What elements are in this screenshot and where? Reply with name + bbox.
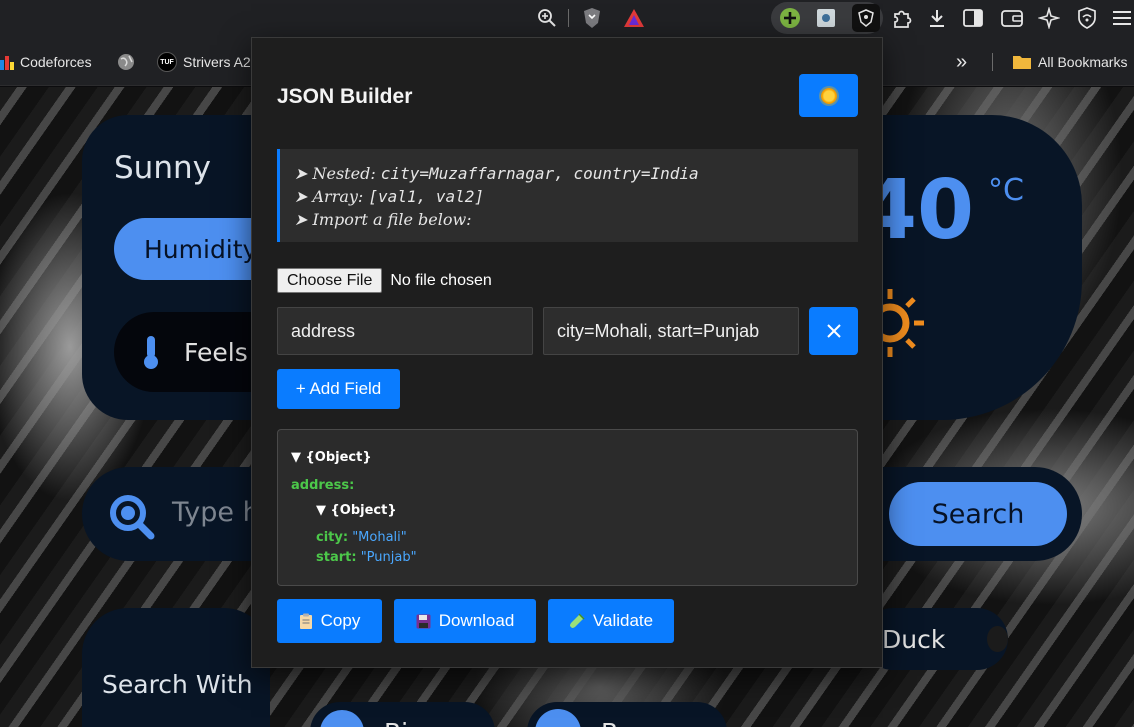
search-with-label: Search With	[102, 670, 253, 699]
bing-engine-chip[interactable]: Bi	[310, 702, 495, 727]
bookmark-strivers[interactable]: TUF Strivers A2	[157, 52, 251, 72]
city-key: city:	[316, 530, 349, 545]
json-preview: ▼ {Object} address: ▼ {Object} city: "Mo…	[277, 429, 858, 586]
brave-shield-icon[interactable]	[580, 6, 604, 30]
browser-toolbar	[0, 0, 1134, 36]
bookmark-label: Codeforces	[20, 54, 92, 70]
chevron-double-right-icon: »	[956, 50, 968, 73]
toolbar-separator	[568, 9, 569, 27]
remove-field-button[interactable]	[809, 307, 858, 355]
weather-condition: Sunny	[114, 150, 211, 186]
bing-label: Bi	[384, 718, 408, 727]
city-value: "Mohali"	[352, 530, 407, 545]
search-icon	[110, 495, 155, 540]
sun-icon	[820, 87, 837, 104]
humidity-label: Humidity	[144, 234, 258, 264]
field-key-input[interactable]: address	[277, 307, 533, 355]
help-array-code: [val1, val2]	[368, 187, 484, 206]
codeforces-icon	[0, 56, 14, 70]
popup-title: JSON Builder	[277, 85, 413, 108]
help-line-array: ➤ Array: [val1, val2]	[294, 185, 844, 208]
search-with-card: Search With	[82, 608, 270, 727]
globe-icon	[118, 54, 134, 70]
radio-dot-icon	[987, 626, 1008, 652]
vpn-icon[interactable]	[1075, 6, 1099, 30]
extension-plus-icon[interactable]	[778, 6, 802, 30]
download-button[interactable]: Download	[394, 599, 536, 643]
file-input: Choose File No file chosen	[277, 268, 492, 293]
choose-file-button[interactable]: Choose File	[277, 268, 383, 293]
extensions-puzzle-icon[interactable]	[890, 6, 914, 30]
search-button-label: Search	[931, 498, 1025, 530]
city-entry: city: "Mohali"	[316, 530, 407, 545]
help-box: ➤ Nested: city=Muzaffarnagar, country=In…	[277, 149, 858, 242]
help-line-nested: ➤ Nested: city=Muzaffarnagar, country=In…	[294, 162, 844, 185]
nested-object-toggle[interactable]: ▼ {Object}	[316, 503, 397, 518]
zoom-icon[interactable]	[535, 6, 559, 30]
field-value-input[interactable]: city=Mohali, start=Punjab	[543, 307, 799, 355]
duck-label: Duck	[882, 624, 946, 654]
copy-button[interactable]: Copy	[277, 599, 382, 643]
bookmarks-overflow-button[interactable]: »	[956, 50, 968, 73]
clipboard-icon	[299, 613, 312, 629]
leo-ai-icon[interactable]	[1037, 6, 1061, 30]
close-icon	[826, 324, 841, 338]
bookmark-globe[interactable]	[117, 52, 135, 72]
start-entry: start: "Punjab"	[316, 550, 417, 565]
menu-icon[interactable]	[1110, 6, 1134, 30]
help-nested-code: city=Muzaffarnagar, country=India	[380, 164, 699, 183]
validate-button[interactable]: Validate	[548, 599, 674, 643]
json-builder-extension-icon[interactable]	[852, 4, 880, 32]
thermometer-icon	[144, 336, 158, 369]
feels-label: Feels	[184, 337, 248, 367]
downloads-icon[interactable]	[925, 6, 949, 30]
help-line-import: ➤ Import a file below:	[294, 210, 472, 229]
extension-screenshot-icon[interactable]	[814, 6, 838, 30]
brave-label: Br	[601, 718, 628, 727]
theme-toggle-button[interactable]	[799, 74, 858, 117]
test-tube-icon	[569, 613, 585, 628]
copy-label: Copy	[320, 611, 361, 630]
brave-engine-chip[interactable]: Br	[527, 702, 727, 727]
temperature-unit: °C	[988, 173, 1024, 208]
tuf-icon: TUF	[157, 52, 177, 72]
help-nested-prefix: ➤ Nested:	[294, 164, 381, 183]
start-key: start:	[316, 550, 357, 565]
search-input[interactable]: Type h	[172, 497, 260, 528]
play-icon	[320, 710, 364, 727]
address-key: address:	[291, 478, 355, 493]
duck-engine-chip[interactable]: Duck	[862, 608, 1008, 670]
bookmarks-separator	[992, 53, 993, 71]
json-builder-popup: JSON Builder ➤ Nested: city=Muzaffarnaga…	[251, 37, 883, 668]
download-label: Download	[438, 611, 515, 630]
bookmark-codeforces[interactable]: Codeforces	[0, 52, 92, 72]
bookmark-label: All Bookmarks	[1038, 54, 1128, 70]
brave-logo-icon	[535, 709, 581, 727]
sidebar-icon[interactable]	[961, 6, 985, 30]
file-status: No file chosen	[390, 271, 492, 289]
bookmark-label: Strivers A2	[183, 54, 251, 70]
start-value: "Punjab"	[360, 550, 417, 565]
brave-rewards-icon[interactable]	[622, 6, 646, 30]
add-field-button[interactable]: + Add Field	[277, 369, 400, 409]
root-object-toggle[interactable]: ▼ {Object}	[291, 450, 372, 465]
validate-label: Validate	[592, 611, 654, 630]
help-array-prefix: ➤ Array:	[294, 187, 369, 206]
search-button[interactable]: Search	[889, 482, 1067, 546]
bookmark-all-bookmarks[interactable]: All Bookmarks	[1012, 52, 1127, 72]
folder-icon	[1013, 56, 1031, 69]
wallet-icon[interactable]	[1000, 6, 1024, 30]
floppy-disk-icon	[416, 614, 431, 628]
